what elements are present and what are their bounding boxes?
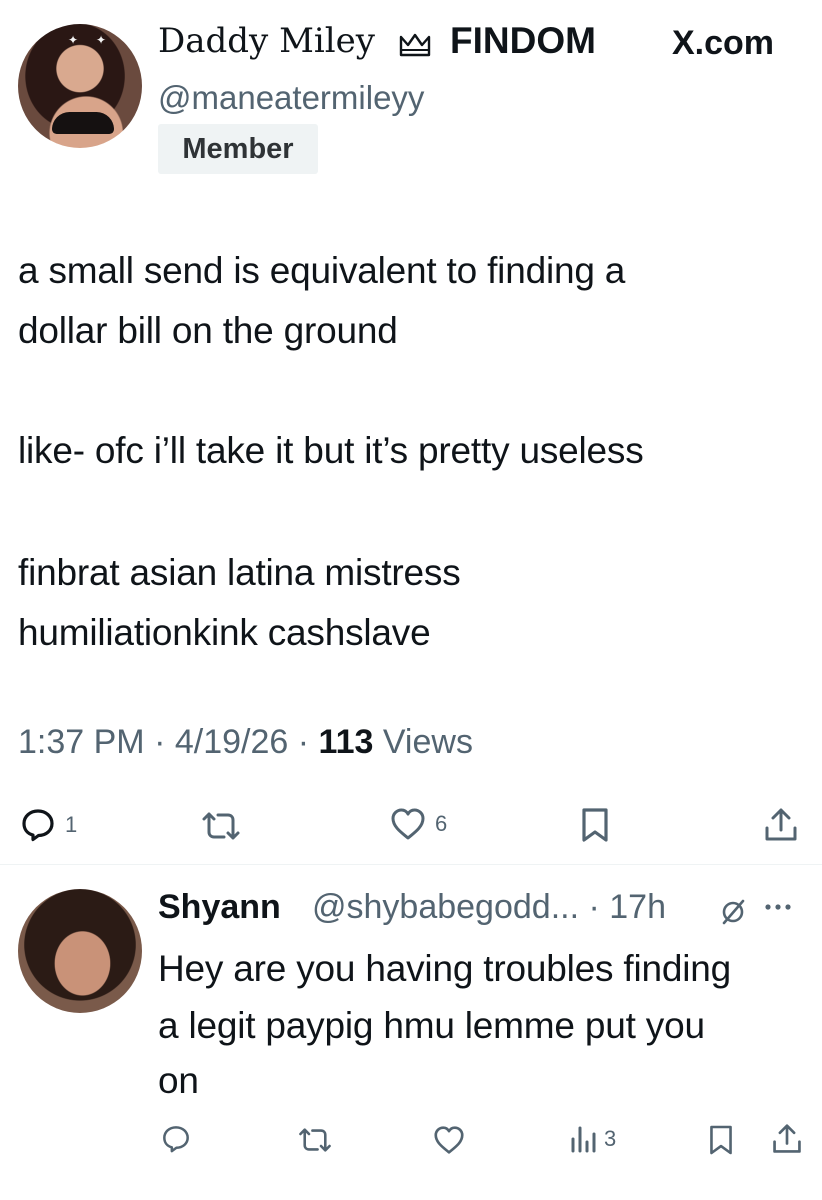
reply-views-button[interactable]: 3: [568, 1124, 616, 1154]
reply-share-button[interactable]: [771, 1122, 803, 1156]
meta-separator: ·: [297, 723, 310, 761]
comment-bubble-icon: [22, 809, 54, 842]
reply-text-line: a legit paypig hmu lemme put you: [158, 1005, 705, 1046]
share-icon: [765, 808, 797, 841]
heart-icon: [391, 808, 425, 840]
grok-icon[interactable]: [719, 898, 747, 926]
reply-author-name[interactable]: Shyann: [158, 888, 281, 927]
reply-views-count: 3: [604, 1126, 617, 1151]
retweet-icon: [299, 1128, 331, 1152]
views-count: 113: [318, 723, 374, 761]
reply-retweet-button[interactable]: [297, 1126, 333, 1154]
bookmark-button[interactable]: [580, 807, 610, 843]
share-button[interactable]: [763, 806, 799, 844]
post-time[interactable]: 1:37 PM: [18, 723, 145, 761]
comment-bubble-icon: [163, 1126, 189, 1153]
bookmark-icon: [582, 808, 608, 842]
bar-chart-icon: [571, 1126, 596, 1153]
post-text-line: finbrat asian latina mistress: [18, 552, 461, 593]
x-brand-label: X.com: [672, 24, 775, 62]
post-date[interactable]: 4/19/26: [175, 723, 288, 761]
divider: [0, 864, 822, 865]
post-text-line: dollar bill on the ground: [18, 310, 398, 351]
member-badge: Member: [158, 124, 318, 174]
post-text-line: like- ofc i’ll take it but it’s pretty u…: [18, 430, 644, 471]
reply-bookmark-button[interactable]: [708, 1124, 734, 1156]
sparkle-icon: ✦: [96, 33, 107, 47]
bookmark-icon: [710, 1125, 732, 1155]
reply-count: 1: [65, 812, 78, 837]
reply-handle-time[interactable]: @shybabegodd... · 17h: [312, 888, 666, 927]
heart-icon: [434, 1126, 464, 1154]
reply-text-line: on: [158, 1060, 199, 1101]
like-button[interactable]: 6: [390, 807, 447, 841]
meta-separator: ·: [154, 723, 166, 761]
post-text-line: humiliationkink cashslave: [18, 612, 431, 653]
retweet-button[interactable]: [200, 810, 242, 842]
post-meta: 1:37 PM · 4/19/26 · 113 Views: [18, 723, 473, 762]
retweet-icon: [202, 812, 240, 840]
avatar-detail: [52, 112, 114, 134]
reply-text-line: Hey are you having troubles finding: [158, 948, 732, 989]
more-dots-icon[interactable]: [762, 897, 794, 917]
views-label: Views: [382, 723, 473, 761]
reply-author-avatar[interactable]: [18, 889, 142, 1013]
share-icon: [773, 1124, 801, 1153]
author-handle[interactable]: @maneatermileyy: [158, 79, 424, 117]
reply-reply-button[interactable]: [161, 1124, 191, 1154]
reply-like-button[interactable]: [433, 1125, 465, 1155]
like-count: 6: [435, 811, 448, 836]
crown-icon: [399, 33, 431, 57]
author-avatar[interactable]: ✦ ✦: [18, 24, 142, 148]
reply-button[interactable]: 1: [20, 807, 77, 843]
author-display-name[interactable]: Daddy Miley: [158, 21, 375, 61]
post-text-line: a small send is equivalent to finding a: [18, 250, 626, 291]
sparkle-icon: ✦: [68, 33, 79, 47]
author-display-tag[interactable]: FINDOM: [450, 20, 596, 62]
